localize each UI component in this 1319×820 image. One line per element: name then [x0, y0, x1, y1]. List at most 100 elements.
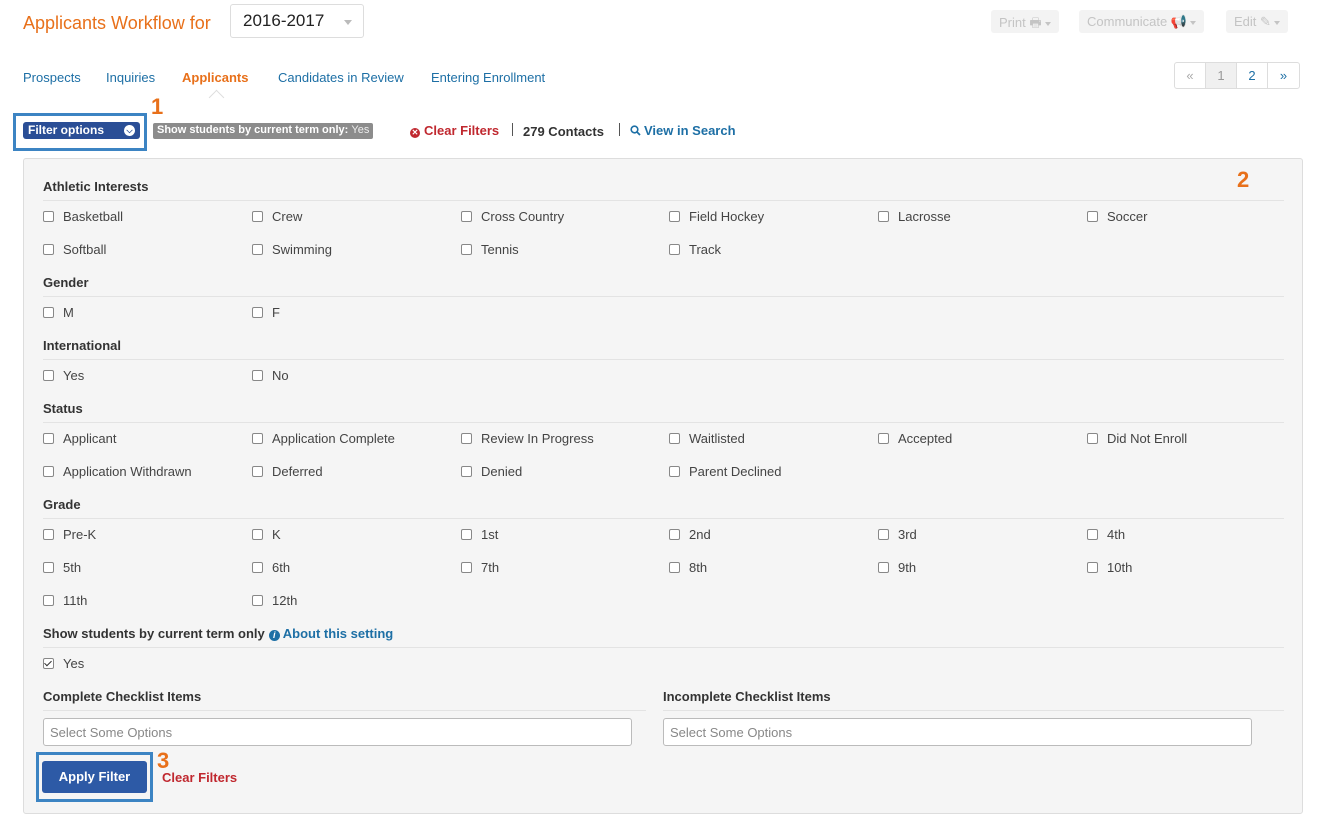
- checkbox-box[interactable]: [1087, 529, 1098, 540]
- checkbox-box[interactable]: [43, 307, 54, 318]
- checkbox-grade-pre-k[interactable]: Pre-K: [43, 527, 96, 542]
- checkbox-box[interactable]: [878, 211, 889, 222]
- checkbox-tennis[interactable]: Tennis: [461, 242, 519, 257]
- checkbox-waitlisted[interactable]: Waitlisted: [669, 431, 745, 446]
- checkbox-box[interactable]: [878, 433, 889, 444]
- checkbox-field-hockey[interactable]: Field Hockey: [669, 209, 764, 224]
- checkbox-box[interactable]: [43, 244, 54, 255]
- checkbox-lacrosse[interactable]: Lacrosse: [878, 209, 951, 224]
- checkbox-grade-9th[interactable]: 9th: [878, 560, 916, 575]
- complete-checklist-select[interactable]: Select Some Options: [43, 718, 632, 746]
- checkbox-grade-8th[interactable]: 8th: [669, 560, 707, 575]
- checkbox-box[interactable]: [252, 562, 263, 573]
- checkbox-international-yes[interactable]: Yes: [43, 368, 84, 383]
- checkbox-label: Applicant: [63, 431, 117, 446]
- checkbox-grade-k[interactable]: K: [252, 527, 281, 542]
- checkbox-denied[interactable]: Denied: [461, 464, 522, 479]
- checkbox-box[interactable]: [252, 466, 263, 477]
- checkbox-box[interactable]: [43, 466, 54, 477]
- checkbox-box[interactable]: [461, 211, 472, 222]
- clear-filters-bottom-link[interactable]: Clear Filters: [162, 770, 237, 785]
- checkbox-track[interactable]: Track: [669, 242, 721, 257]
- checkbox-box-checked[interactable]: [43, 658, 54, 669]
- checkbox-box[interactable]: [252, 244, 263, 255]
- checkbox-box[interactable]: [878, 562, 889, 573]
- checkbox-box[interactable]: [669, 529, 680, 540]
- checkbox-international-no[interactable]: No: [252, 368, 289, 383]
- clear-filters-link[interactable]: ✕ Clear Filters: [410, 123, 499, 138]
- checkbox-applicant[interactable]: Applicant: [43, 431, 116, 446]
- checkbox-box[interactable]: [669, 433, 680, 444]
- about-this-setting-link[interactable]: i About this setting: [265, 626, 393, 641]
- checkbox-box[interactable]: [252, 307, 263, 318]
- checkbox-basketball[interactable]: Basketball: [43, 209, 123, 224]
- checkbox-grade-6th[interactable]: 6th: [252, 560, 290, 575]
- checkbox-box[interactable]: [252, 211, 263, 222]
- checkbox-box[interactable]: [43, 562, 54, 573]
- checkbox-box[interactable]: [43, 211, 54, 222]
- checkbox-box[interactable]: [43, 529, 54, 540]
- incomplete-checklist-select[interactable]: Select Some Options: [663, 718, 1252, 746]
- checkbox-box[interactable]: [669, 244, 680, 255]
- checkbox-review-in-progress[interactable]: Review In Progress: [461, 431, 594, 446]
- checkbox-grade-7th[interactable]: 7th: [461, 560, 499, 575]
- checkbox-box[interactable]: [252, 595, 263, 606]
- checkbox-box[interactable]: [1087, 433, 1098, 444]
- edit-button[interactable]: Edit ✎: [1226, 10, 1288, 33]
- checkbox-grade-5th[interactable]: 5th: [43, 560, 81, 575]
- checkbox-cross-country[interactable]: Cross Country: [461, 209, 564, 224]
- checkbox-application-withdrawn[interactable]: Application Withdrawn: [43, 464, 192, 479]
- checkbox-box[interactable]: [1087, 562, 1098, 573]
- pagination-page-1[interactable]: 1: [1206, 63, 1237, 88]
- tab-applicants[interactable]: Applicants: [182, 70, 248, 85]
- checkbox-gender-f[interactable]: F: [252, 305, 280, 320]
- checkbox-grade-10th[interactable]: 10th: [1087, 560, 1132, 575]
- checkbox-grade-4th[interactable]: 4th: [1087, 527, 1125, 542]
- checkbox-application-complete[interactable]: Application Complete: [252, 431, 395, 446]
- checkbox-box[interactable]: [461, 562, 472, 573]
- checkbox-box[interactable]: [669, 466, 680, 477]
- checkbox-crew[interactable]: Crew: [252, 209, 302, 224]
- checkbox-box[interactable]: [461, 433, 472, 444]
- communicate-button[interactable]: Communicate 📢: [1079, 10, 1204, 33]
- checkbox-soccer[interactable]: Soccer: [1087, 209, 1147, 224]
- checkbox-box[interactable]: [252, 370, 263, 381]
- checkbox-grade-3rd[interactable]: 3rd: [878, 527, 917, 542]
- checkbox-grade-11th[interactable]: 11th: [43, 593, 87, 608]
- checkbox-softball[interactable]: Softball: [43, 242, 106, 257]
- view-in-search-link[interactable]: View in Search: [630, 123, 736, 138]
- checkbox-box[interactable]: [461, 529, 472, 540]
- print-button[interactable]: Print 🖶: [991, 10, 1059, 33]
- checkbox-box[interactable]: [43, 595, 54, 606]
- pagination-next[interactable]: »: [1268, 63, 1299, 88]
- checkbox-box[interactable]: [461, 244, 472, 255]
- checkbox-accepted[interactable]: Accepted: [878, 431, 952, 446]
- pagination-page-2[interactable]: 2: [1237, 63, 1268, 88]
- checkbox-swimming[interactable]: Swimming: [252, 242, 332, 257]
- tab-candidates-in-review[interactable]: Candidates in Review: [278, 70, 404, 85]
- checkbox-deferred[interactable]: Deferred: [252, 464, 323, 479]
- checkbox-current-term-yes[interactable]: Yes: [43, 656, 84, 671]
- filter-options-button[interactable]: Filter options ⌵: [23, 122, 140, 139]
- tab-entering-enrollment[interactable]: Entering Enrollment: [431, 70, 545, 85]
- checkbox-grade-2nd[interactable]: 2nd: [669, 527, 711, 542]
- checkbox-box[interactable]: [252, 433, 263, 444]
- checkbox-gender-m[interactable]: M: [43, 305, 74, 320]
- checkbox-did-not-enroll[interactable]: Did Not Enroll: [1087, 431, 1187, 446]
- checkbox-box[interactable]: [669, 562, 680, 573]
- year-select[interactable]: 2016-2017: [230, 4, 364, 38]
- pagination-prev[interactable]: «: [1175, 63, 1206, 88]
- checkbox-grade-12th[interactable]: 12th: [252, 593, 297, 608]
- checkbox-box[interactable]: [878, 529, 889, 540]
- checkbox-box[interactable]: [669, 211, 680, 222]
- checkbox-box[interactable]: [461, 466, 472, 477]
- tab-prospects[interactable]: Prospects: [23, 70, 81, 85]
- checkbox-parent-declined[interactable]: Parent Declined: [669, 464, 782, 479]
- tab-inquiries[interactable]: Inquiries: [106, 70, 155, 85]
- checkbox-box[interactable]: [43, 433, 54, 444]
- checkbox-grade-1st[interactable]: 1st: [461, 527, 498, 542]
- checkbox-box[interactable]: [1087, 211, 1098, 222]
- checkbox-box[interactable]: [252, 529, 263, 540]
- apply-filter-button[interactable]: Apply Filter: [42, 761, 147, 793]
- checkbox-box[interactable]: [43, 370, 54, 381]
